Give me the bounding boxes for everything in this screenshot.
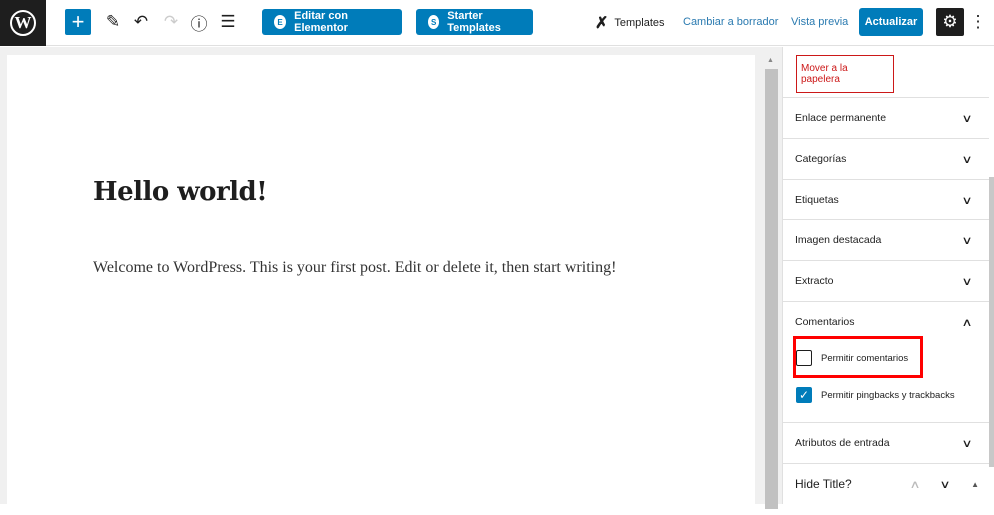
panel-excerpt[interactable]: Extracto ∨ [783, 260, 989, 301]
panel-categories[interactable]: Categorías ∨ [783, 138, 989, 179]
chevron-down-icon: ∨ [961, 437, 973, 450]
post-title[interactable]: Hello world! [93, 177, 268, 207]
move-to-trash-button[interactable]: Mover a la papelera [796, 55, 894, 93]
allow-comments-checkbox[interactable] [796, 350, 812, 366]
panel-label: Comentarios [795, 316, 855, 328]
panel-featured-image[interactable]: Imagen destacada ∨ [783, 219, 989, 260]
panel-label: Atributos de entrada [795, 437, 890, 449]
editor-toolbar: W + ✎ ↶ ↷ ⓘ ☰ E Editar con Elementor S Sta… [0, 0, 994, 46]
panel-label: Categorías [795, 153, 847, 165]
preview-button[interactable]: Vista previa [791, 16, 848, 28]
edit-tool-icon[interactable]: ✎ [102, 9, 124, 35]
panel-label: Etiquetas [795, 194, 839, 206]
allow-pingbacks-label[interactable]: Permitir pingbacks y trackbacks [821, 390, 955, 401]
undo-icon[interactable]: ↶ [130, 9, 152, 35]
elementor-icon: E [274, 15, 287, 29]
switch-to-draft-button[interactable]: Cambiar a borrador [683, 16, 778, 28]
chevron-up-icon: ∧ [961, 316, 973, 329]
panel-permalink[interactable]: Enlace permanente ∨ [783, 97, 989, 138]
move-up-icon[interactable]: ∧ [909, 478, 920, 491]
allow-comments-label[interactable]: Permitir comentarios [821, 353, 908, 364]
panel-label: Enlace permanente [795, 112, 887, 124]
starter-templates-button[interactable]: S Starter Templates [416, 9, 533, 35]
editor-canvas: Hello world! Welcome to WordPress. This … [0, 47, 782, 515]
checkmark-icon: ✓ [798, 388, 810, 402]
editor-scrollbar[interactable]: ▲ [765, 55, 778, 509]
panel-hide-title[interactable]: Hide Title? ∧ ∨ ▲ [783, 463, 989, 504]
elementor-label: Editar con Elementor [294, 10, 348, 34]
collapse-icon[interactable]: ▲ [971, 480, 979, 489]
scroll-up-icon[interactable]: ▲ [767, 57, 774, 64]
chevron-down-icon: ∨ [961, 275, 973, 288]
settings-gear-icon[interactable]: ⚙ [936, 8, 964, 36]
starter-templates-icon: S [428, 15, 440, 29]
panel-post-attributes[interactable]: Atributos de entrada ∨ [783, 422, 989, 463]
info-icon[interactable]: ⓘ [188, 9, 210, 35]
sidebar-scrollbar[interactable] [989, 177, 994, 467]
edit-with-elementor-button[interactable]: E Editar con Elementor [262, 9, 402, 35]
templates-label: Templates [614, 17, 665, 29]
wordpress-logo-button[interactable]: W [0, 0, 46, 46]
chevron-down-icon: ∨ [961, 112, 973, 125]
templates-button[interactable]: ✗ Templates [595, 13, 665, 33]
panel-label: Imagen destacada [795, 234, 882, 246]
update-button[interactable]: Actualizar [859, 8, 923, 36]
add-block-button[interactable]: + [65, 9, 91, 35]
templates-icon: ✗ [595, 15, 609, 32]
chevron-down-icon: ∨ [961, 234, 973, 247]
allow-pingbacks-checkbox[interactable]: ✓ [796, 387, 812, 403]
chevron-down-icon: ∨ [961, 153, 973, 166]
panel-label: Extracto [795, 275, 834, 287]
outline-icon[interactable]: ☰ [217, 9, 239, 35]
wordpress-icon: W [10, 10, 36, 36]
scrollbar-thumb[interactable] [765, 69, 778, 509]
post-content-area[interactable]: Hello world! Welcome to WordPress. This … [7, 55, 755, 515]
starter-label: Starter Templates [447, 10, 501, 34]
redo-icon[interactable]: ↷ [160, 9, 182, 35]
settings-sidebar: Mover a la papelera Enlace permanente ∨ C… [782, 47, 994, 504]
more-options-icon[interactable]: ⋮ [970, 9, 987, 35]
move-down-icon[interactable]: ∨ [939, 478, 950, 491]
paragraph-block[interactable]: Welcome to WordPress. This is your first… [93, 255, 633, 280]
panel-tags[interactable]: Etiquetas ∨ [783, 179, 989, 220]
panel-label: Hide Title? [795, 477, 852, 491]
chevron-down-icon: ∨ [961, 194, 973, 207]
